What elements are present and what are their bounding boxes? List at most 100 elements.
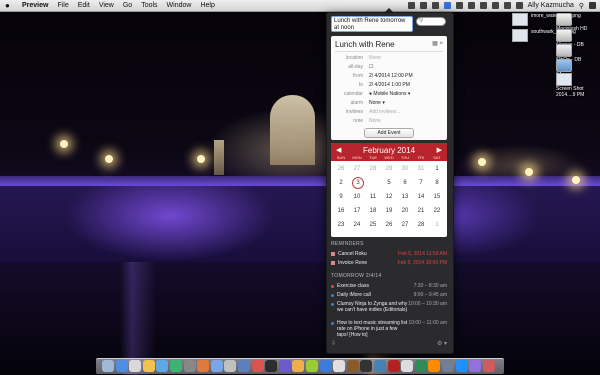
dropbox-icon[interactable]	[407, 2, 415, 9]
add-event-button[interactable]: Add Event	[364, 128, 414, 138]
calendar-day[interactable]: 19	[381, 205, 397, 217]
calendar-day[interactable]: 27	[397, 219, 413, 231]
calendar-day[interactable]: 4	[365, 177, 381, 189]
dock-app-icon[interactable]	[360, 360, 373, 372]
calendar-day[interactable]: 9	[333, 191, 349, 203]
dock-app-icon[interactable]	[238, 360, 250, 372]
calendar-day[interactable]: 23	[333, 219, 349, 231]
calendar-day[interactable]: 1	[429, 219, 445, 231]
calendar-day[interactable]: 28	[413, 219, 429, 231]
dock-app-icon[interactable]	[469, 360, 482, 372]
dock-app-icon[interactable]	[129, 360, 142, 372]
checkbox-icon[interactable]	[331, 251, 335, 256]
calendar-day[interactable]: 5	[381, 177, 397, 189]
calendar-day[interactable]: 31	[413, 163, 429, 175]
dock-app-icon[interactable]	[346, 360, 359, 372]
dock-app-icon[interactable]	[197, 360, 210, 372]
dock-app-icon[interactable]	[278, 360, 291, 372]
calendar-day[interactable]: 18	[365, 205, 381, 217]
event-field-note[interactable]: note None	[331, 117, 447, 125]
dock-app-icon[interactable]	[414, 360, 427, 372]
volume-icon[interactable]	[503, 2, 511, 9]
calendar-day[interactable]: 26	[333, 163, 349, 175]
event-field-calendar[interactable]: calendar ● Mobile Nations ▾	[331, 90, 447, 98]
menu-help[interactable]: Help	[200, 2, 214, 9]
field-value[interactable]: None	[369, 117, 381, 125]
calendar-day[interactable]: 10	[349, 191, 365, 203]
close-icon[interactable]: ×	[439, 41, 443, 47]
reminder-item[interactable]: Invoice Rene Feb 5, 2014 10:00 PM	[331, 260, 447, 267]
next-month-icon[interactable]: ▶	[437, 146, 442, 154]
dock-app-icon[interactable]	[319, 360, 332, 372]
dock-app-icon[interactable]	[306, 360, 318, 372]
dock-app-icon[interactable]	[142, 360, 155, 372]
download-icon[interactable]: ⇩	[331, 341, 336, 347]
event-field-location[interactable]: location None	[331, 54, 447, 62]
field-value[interactable]: Add invitees...	[369, 108, 400, 116]
calendar-day[interactable]: 24	[349, 219, 365, 231]
calendar-day[interactable]: 27	[349, 163, 365, 175]
calendar-day[interactable]: 3	[352, 177, 364, 189]
dock-app-icon[interactable]	[102, 360, 114, 372]
dock-app-icon[interactable]	[387, 360, 400, 372]
calendar-day[interactable]: 15	[429, 191, 445, 203]
reminder-item[interactable]: Cancel Roku Feb 5, 2014 11:59 AM	[331, 251, 447, 258]
field-value[interactable]: ☐	[369, 63, 373, 71]
search-field[interactable]: ⚲	[416, 17, 446, 26]
calendar-day[interactable]: 28	[365, 163, 381, 175]
calendar-day[interactable]: 8	[429, 177, 445, 189]
calendar-day[interactable]: 13	[397, 191, 413, 203]
dock-app-icon[interactable]	[374, 360, 386, 372]
dock-app-icon[interactable]	[183, 360, 196, 372]
calendar-day[interactable]: 29	[381, 163, 397, 175]
sync-icon[interactable]	[419, 2, 427, 9]
calendar-day[interactable]: 17	[349, 205, 365, 217]
field-value[interactable]: None	[369, 54, 381, 62]
calendar-day[interactable]: 20	[397, 205, 413, 217]
event-title[interactable]: Lunch with Rene	[335, 40, 395, 49]
dock-app-icon[interactable]	[401, 360, 414, 372]
field-value[interactable]: 2/ 4/2014 1:00 PM	[369, 81, 410, 89]
dock-app-icon[interactable]	[156, 360, 169, 372]
dock-app-icon[interactable]	[265, 360, 278, 372]
event-field-invitees[interactable]: invitees Add invitees...	[331, 108, 447, 116]
checkbox-icon[interactable]	[331, 260, 335, 265]
apple-icon[interactable]: ●	[5, 1, 13, 10]
calendar-day[interactable]: 26	[381, 219, 397, 231]
clock-icon[interactable]	[479, 2, 487, 9]
calendar-day[interactable]: 11	[365, 191, 381, 203]
event-field-all-day[interactable]: all-day ☐	[331, 63, 447, 71]
calendar-day[interactable]: 2	[333, 177, 349, 189]
dock-app-icon[interactable]	[210, 360, 223, 372]
dock-app-icon[interactable]	[333, 360, 346, 372]
natural-language-input[interactable]: Lunch with Rene tomorrow at noon	[331, 16, 413, 32]
battery-icon[interactable]	[515, 2, 523, 9]
calendar-day[interactable]: 6	[397, 177, 413, 189]
dock-app-icon[interactable]	[442, 360, 454, 372]
dock-app-icon[interactable]	[115, 360, 128, 372]
field-value[interactable]: None ▾	[369, 99, 385, 107]
event-field-alarm[interactable]: alarm None ▾	[331, 99, 447, 107]
bluetooth-icon[interactable]	[455, 2, 463, 9]
settings-gear-icon[interactable]: ⚙ ▾	[437, 340, 447, 347]
calendar-day[interactable]: 7	[413, 177, 429, 189]
notification-center-icon[interactable]	[589, 2, 596, 9]
calendar-day[interactable]: 21	[413, 205, 429, 217]
field-value[interactable]: 2/ 4/2014 12:00 PM	[369, 72, 413, 80]
time-machine-icon[interactable]	[431, 2, 439, 9]
dock-app-icon[interactable]	[170, 360, 182, 372]
calendar-day[interactable]: 16	[333, 205, 349, 217]
user-name[interactable]: Ally Kazmucha	[528, 2, 574, 9]
calendar-day[interactable]: 14	[413, 191, 429, 203]
calendar-day[interactable]: 12	[381, 191, 397, 203]
dock-app-icon[interactable]	[455, 360, 468, 372]
calendar-day[interactable]: 25	[365, 219, 381, 231]
calendar-day[interactable]: 22	[429, 205, 445, 217]
dock-app-icon[interactable]	[292, 360, 305, 372]
dock-app-icon[interactable]	[482, 360, 495, 372]
wifi-icon[interactable]	[491, 2, 499, 9]
menu-tools[interactable]: Tools	[141, 2, 157, 9]
menu-go[interactable]: Go	[123, 2, 132, 9]
dock-app-icon[interactable]	[428, 360, 441, 372]
dock-app-icon[interactable]	[251, 360, 264, 372]
